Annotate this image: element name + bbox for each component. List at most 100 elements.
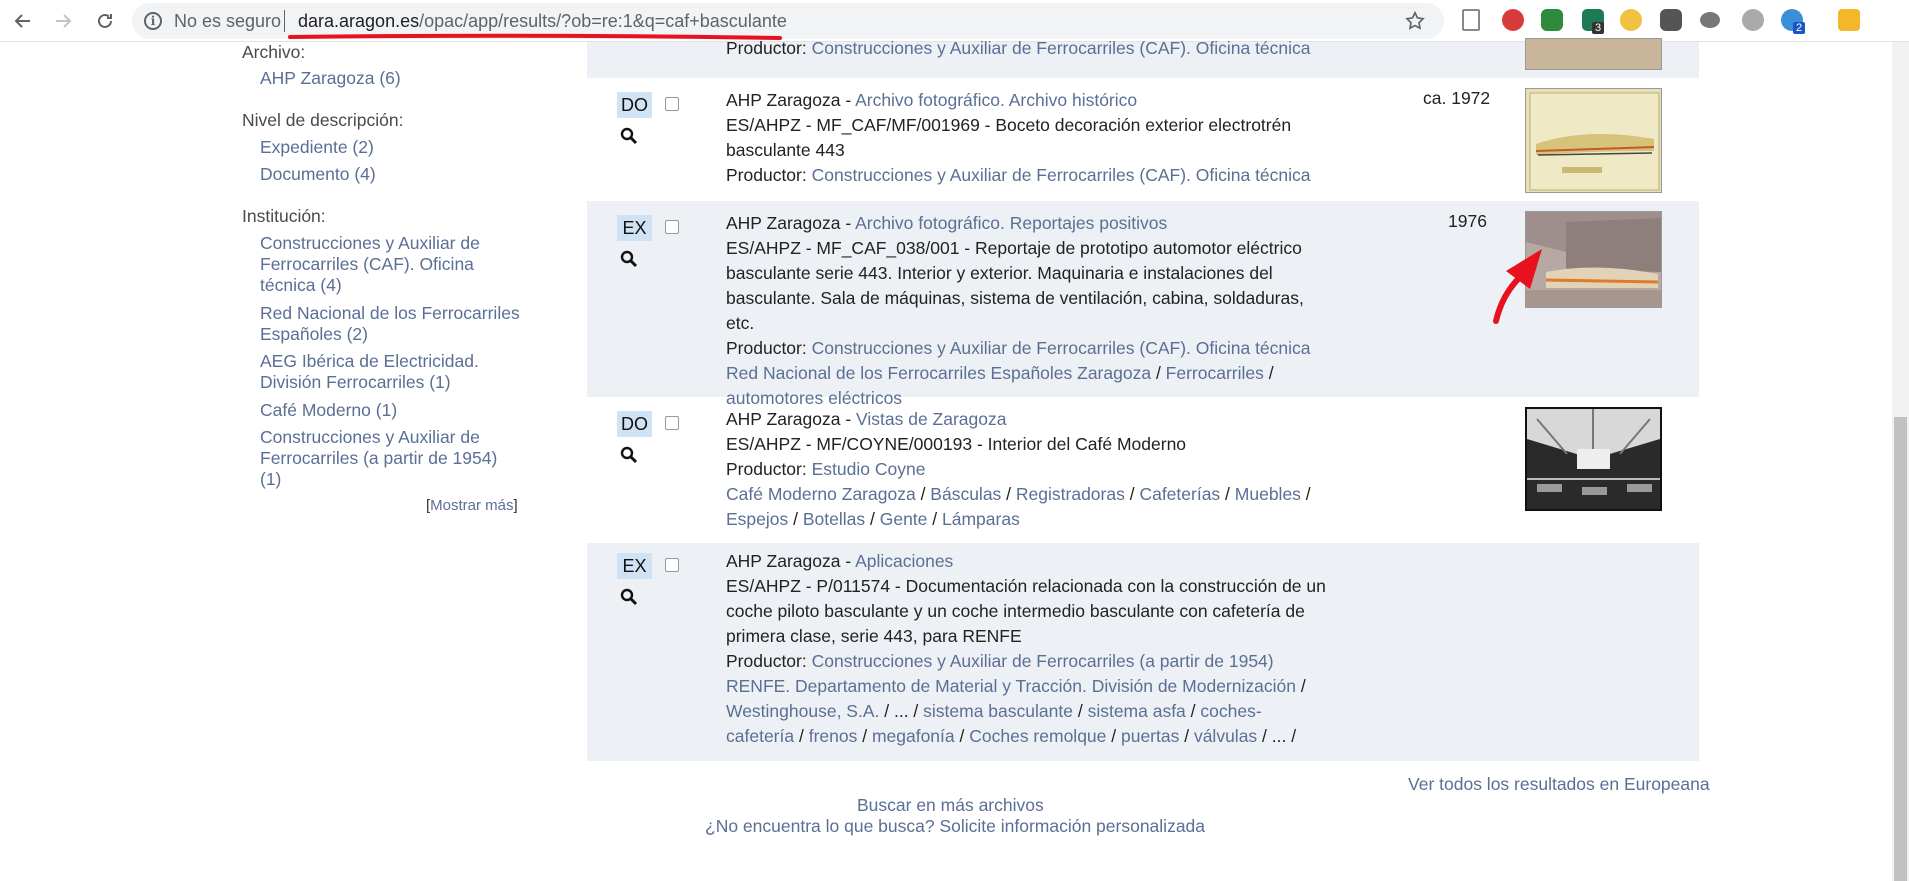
facet-link[interactable]: Red Nacional de los Ferrocarriles Españo… [260,303,530,345]
tag-link[interactable]: Cafeterías [1139,484,1220,504]
separator: / [1072,701,1088,721]
tag-link[interactable]: megafonía [872,726,955,746]
solicite-informacion-link[interactable]: ¿No encuentra lo que busca? Solicite inf… [705,816,1205,837]
result-thumbnail[interactable] [1525,38,1662,70]
separator: / [1263,363,1274,383]
tag-link[interactable]: sistema asfa [1088,701,1186,721]
productor-label: Productor: [726,459,807,479]
series-link[interactable]: Archivo fotográfico. Reportajes positivo… [855,213,1167,233]
url-path: /opac/app/results/?ob=re:1&q=caf+bascula… [419,11,787,31]
productor-link[interactable]: Construcciones y Auxiliar de Ferrocarril… [812,165,1311,185]
separator: / [879,701,894,721]
zoom-icon[interactable] [620,250,638,268]
facet-link[interactable]: AHP Zaragoza (6) [260,68,510,89]
result-description: Productor: Construcciones y Auxiliar de … [726,36,1326,61]
tag-link[interactable]: Espejos [726,509,788,529]
separator: / [1151,363,1166,383]
scrollbar-track[interactable] [1892,42,1909,881]
mostrar-mas-link[interactable]: Mostrar más [430,497,513,514]
archive-name: AHP Zaragoza [726,409,841,429]
document-extension-icon[interactable] [1462,9,1480,31]
facet-link[interactable]: Expediente (2) [260,137,510,158]
forward-arrow-icon[interactable] [46,4,80,38]
productor-link[interactable]: Construcciones y Auxiliar de Ferrocarril… [812,651,1274,671]
separator: / [1286,726,1297,746]
facet-link[interactable]: Café Moderno (1) [260,400,510,421]
separator: / [954,726,970,746]
tag-link[interactable]: Westinghouse, S.A. [726,701,879,721]
tag-link[interactable]: sistema basculante [923,701,1073,721]
productor-link[interactable]: Construcciones y Auxiliar de Ferrocarril… [812,38,1311,58]
select-checkbox[interactable] [665,558,679,572]
tag-link[interactable]: Botellas [803,509,865,529]
tag-link[interactable]: puertas [1121,726,1179,746]
productor-link[interactable]: Construcciones y Auxiliar de Ferrocarril… [812,338,1311,358]
separator: / [1185,701,1201,721]
zoom-icon[interactable] [620,127,638,145]
series-link[interactable]: Vistas de Zaragoza [856,409,1006,429]
series-link[interactable]: Aplicaciones [855,551,953,571]
url-text[interactable]: dara.aragon.es/opac/app/results/?ob=re:1… [298,11,787,32]
frog-extension-icon[interactable] [1541,9,1563,31]
tag-link[interactable]: Red Nacional de los Ferrocarriles Españo… [726,363,1151,383]
ellipsis: ... [893,701,909,721]
mostrar-mas: [Mostrar más] [426,497,518,514]
bookmark-star-icon[interactable] [1404,10,1426,32]
separator: / [1124,484,1140,504]
tag-link[interactable]: Café Moderno Zaragoza [726,484,916,504]
bird-extension-icon[interactable] [1700,12,1720,28]
archive-name: AHP Zaragoza [726,551,841,571]
result-description: AHP Zaragoza - Aplicaciones ES/AHPZ - P/… [726,549,1326,749]
extension-badge: 2 [1793,22,1806,34]
facet-link[interactable]: Construcciones y Auxiliar de Ferrocarril… [260,427,510,490]
ublock-extension-icon[interactable] [1502,9,1524,31]
tag-link[interactable]: Gente [880,509,928,529]
ghostery-extension-icon[interactable] [1660,9,1682,31]
code-title: ES/AHPZ - P/011574 - Documentación relac… [726,576,1326,646]
ellipsis: ... [1271,726,1287,746]
type-badge: DO [617,411,652,437]
record-extension-icon[interactable] [1742,9,1764,31]
separator: - [840,551,856,571]
select-checkbox[interactable] [665,97,679,111]
tag-link[interactable]: Registradoras [1016,484,1125,504]
europeana-link[interactable]: Ver todos los resultados en Europeana [1408,774,1710,795]
scrollbar-thumb[interactable] [1894,417,1907,881]
separator: / [1300,484,1311,504]
buscar-mas-archivos-link[interactable]: Buscar en más archivos [857,795,1044,816]
hand-extension-icon[interactable] [1620,9,1642,31]
select-checkbox[interactable] [665,220,679,234]
productor-link[interactable]: Estudio Coyne [812,459,926,479]
facet-link[interactable]: Construcciones y Auxiliar de Ferrocarril… [260,233,500,296]
facet-title-nivel: Nivel de descripción: [242,110,404,130]
facet-title-institucion: Institución: [242,206,326,226]
result-thumbnail[interactable] [1525,407,1662,511]
tag-link[interactable]: Muebles [1235,484,1301,504]
back-arrow-icon[interactable] [6,4,40,38]
select-checkbox[interactable] [665,416,679,430]
tag-link[interactable]: frenos [809,726,858,746]
series-link[interactable]: Archivo fotográfico. Archivo histórico [855,90,1137,110]
info-icon[interactable]: i [144,12,162,30]
tag-link[interactable]: Lámparas [942,509,1020,529]
code-title: ES/AHPZ - MF_CAF/MF/001969 - Boceto deco… [726,115,1292,160]
tag-link[interactable]: Básculas [930,484,1001,504]
result-row: DO AHP Zaragoza - Archivo fotográfico. A… [587,78,1699,201]
facet-link[interactable]: Documento (4) [260,164,510,185]
zoom-icon[interactable] [620,588,638,606]
tag-link[interactable]: RENFE. Departamento de Material y Tracci… [726,676,1296,696]
zoom-icon[interactable] [620,446,638,464]
reload-icon[interactable] [88,4,122,38]
result-thumbnail[interactable] [1525,88,1662,193]
tag-link[interactable]: válvulas [1194,726,1257,746]
result-date: 1976 [1448,211,1487,231]
productor-label: Productor: [726,38,807,58]
security-label[interactable]: No es seguro [174,11,281,32]
cafe-interior-image [1527,409,1660,509]
tag-link[interactable]: Coches remolque [969,726,1106,746]
separator: - [840,409,857,429]
tag-link[interactable]: Ferrocarriles [1166,363,1264,383]
avatar-extension-icon[interactable] [1838,9,1860,31]
result-row: DO AHP Zaragoza - Vistas de Zaragoza ES/… [587,397,1699,543]
facet-link[interactable]: AEG Ibérica de Electricidad. División Fe… [260,351,500,393]
